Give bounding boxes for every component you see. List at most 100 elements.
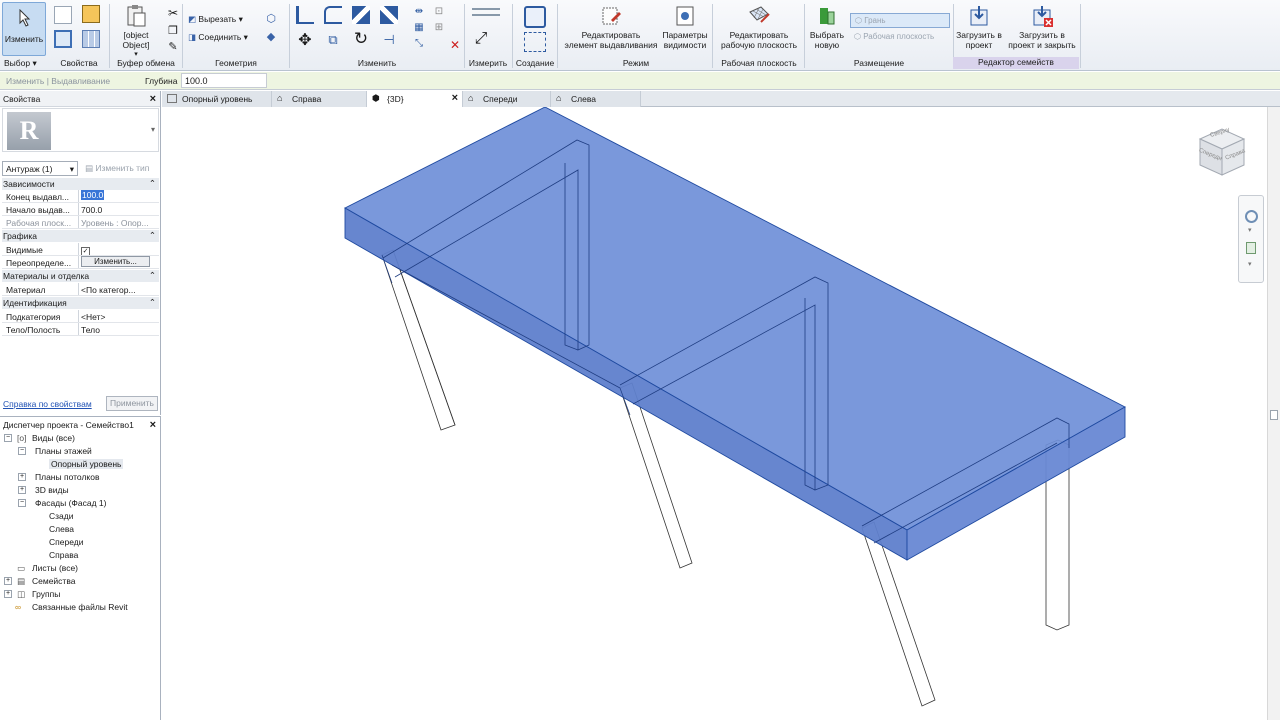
delete-icon[interactable]: ✕ xyxy=(446,38,464,56)
load-and-close-button[interactable]: Загрузить в проект и закрыть xyxy=(1006,4,1078,50)
section-identity[interactable]: Идентификация ⌃ xyxy=(2,297,159,309)
tree-ceiling-plans[interactable]: Планы потолков xyxy=(35,472,99,482)
match-properties-icon[interactable]: ✎ xyxy=(164,40,182,58)
prop-override[interactable]: Переопределе... Изменить... xyxy=(2,256,159,269)
mirror-draw-icon[interactable] xyxy=(380,6,398,24)
prop-subcategory[interactable]: Подкатегория <Нет> xyxy=(2,310,159,323)
tree-sheets[interactable]: Листы (все) xyxy=(32,563,78,573)
tree-groups[interactable]: Группы xyxy=(32,589,60,599)
scrollbar-thumb[interactable] xyxy=(1270,410,1278,420)
depth-input[interactable]: 100.0 xyxy=(181,73,267,88)
type-preview[interactable]: R ▾ xyxy=(2,108,159,152)
apply-button[interactable]: Применить xyxy=(106,396,158,411)
section-constraints[interactable]: Зависимости ⌃ xyxy=(2,178,159,190)
prop-work-plane: Рабочая плоск... Уровень : Опор... xyxy=(2,216,159,229)
paste-button[interactable]: [object Object] ▾ xyxy=(114,4,158,60)
section-materials[interactable]: Материалы и отделка ⌃ xyxy=(2,270,159,282)
scale-icon[interactable]: ⤡ xyxy=(410,38,428,56)
tree-back[interactable]: Сзади xyxy=(49,511,73,521)
tab-front[interactable]: ⌂ Спереди xyxy=(463,91,551,107)
prop-material[interactable]: Материал <По категор... xyxy=(2,283,159,296)
tab-right[interactable]: ⌂ Справа xyxy=(272,91,367,107)
create-similar-icon[interactable] xyxy=(524,6,546,28)
edit-workplane-button[interactable]: Редактировать рабочую плоскость xyxy=(716,4,802,50)
tree-revit-links[interactable]: Связанные файлы Revit xyxy=(32,602,128,612)
zoom-icon[interactable] xyxy=(1246,242,1256,254)
visibility-settings-button[interactable]: Параметры видимости xyxy=(660,4,710,50)
copy-element-icon[interactable]: ⧉ xyxy=(324,32,342,50)
tab-ref-level[interactable]: Опорный уровень xyxy=(162,91,272,107)
tab-3d[interactable]: ⬢ {3D} × xyxy=(367,91,463,107)
expand-icon[interactable]: + xyxy=(4,590,12,598)
prop-solid-void[interactable]: Тело/Полость Тело xyxy=(2,323,159,336)
type-selector[interactable]: Антураж (1) ▾ xyxy=(2,161,78,176)
edit-extrusion-button[interactable]: Редактировать элемент выдавливания xyxy=(562,4,660,50)
close-icon[interactable]: × xyxy=(150,93,156,105)
views-icon: [o] xyxy=(17,433,27,443)
prop-extrusion-end[interactable]: Конец выдавл... 100.0 xyxy=(2,190,159,203)
tree-left[interactable]: Слева xyxy=(49,524,74,534)
close-icon[interactable]: × xyxy=(150,419,156,431)
chevron-down-icon[interactable]: ▾ xyxy=(1248,226,1252,234)
trim-icon[interactable]: ⊣ xyxy=(380,32,398,50)
select-dropdown[interactable]: Выбор ▾ xyxy=(4,58,37,69)
family-types-icon[interactable] xyxy=(54,6,72,24)
close-icon[interactable]: × xyxy=(452,92,458,104)
tree-views[interactable]: Виды (все) xyxy=(32,433,75,443)
prop-visible[interactable]: Видимые ✓ xyxy=(2,243,159,256)
tree-3d-views[interactable]: 3D виды xyxy=(35,485,69,495)
workplane-option[interactable]: ⬡ Рабочая плоскость xyxy=(850,30,950,45)
tabletop-extrusion[interactable] xyxy=(344,107,1126,561)
prop-extrusion-start[interactable]: Начало выдав... 700.0 xyxy=(2,203,159,216)
tree-right[interactable]: Справа xyxy=(49,550,78,560)
vertical-scrollbar[interactable] xyxy=(1267,107,1280,720)
tab-left[interactable]: ⌂ Слева xyxy=(551,91,641,107)
create-group-icon[interactable] xyxy=(524,32,546,52)
face-option[interactable]: ⬡ Грань xyxy=(850,13,950,28)
visible-checkbox[interactable]: ✓ xyxy=(81,247,90,255)
expand-icon[interactable]: + xyxy=(18,486,26,494)
family-category-icon[interactable] xyxy=(82,5,100,23)
collapse-icon[interactable]: − xyxy=(4,434,12,442)
expand-icon[interactable]: + xyxy=(4,577,12,585)
properties-help-link[interactable]: Справка по свойствам xyxy=(3,399,92,409)
paint-icon[interactable]: ◆ xyxy=(262,30,280,48)
section-graphics[interactable]: Графика ⌃ xyxy=(2,230,159,242)
align-icon[interactable] xyxy=(296,6,314,24)
tree-front[interactable]: Спереди xyxy=(49,537,83,547)
tree-families[interactable]: Семейства xyxy=(32,576,75,586)
collapse-icon[interactable]: − xyxy=(18,499,26,507)
viewcube[interactable]: Сверху Спереди Справа xyxy=(1192,125,1252,185)
cut-icon[interactable]: ✂ xyxy=(164,6,182,24)
pick-new-button[interactable]: Выбрать новую xyxy=(806,4,848,50)
collapse-icon[interactable]: − xyxy=(18,447,26,455)
dimension-icon[interactable]: ⤢ xyxy=(472,30,490,48)
model-canvas[interactable] xyxy=(162,107,1267,720)
extrusion-end-value[interactable]: 100.0 xyxy=(81,190,105,200)
load-into-project-button[interactable]: Загрузить в проект xyxy=(954,4,1004,50)
join-geometry-button[interactable]: ◨ Соединить ▾ xyxy=(188,32,248,43)
measure-icon[interactable] xyxy=(472,8,500,16)
tree-floor-plans[interactable]: Планы этажей xyxy=(35,446,92,456)
cut-geometry-button[interactable]: ◩ Вырезать ▾ xyxy=(188,14,243,25)
type-properties-icon[interactable] xyxy=(54,30,72,48)
steering-wheel-icon[interactable] xyxy=(1245,210,1258,223)
split-face-icon[interactable]: ⬡ xyxy=(262,12,280,30)
edit-type-icon: ▤ xyxy=(85,163,94,173)
tree-elevations[interactable]: Фасады (Фасад 1) xyxy=(35,498,106,508)
expand-icon[interactable]: + xyxy=(18,473,26,481)
context-label: Изменить | Выдавливание xyxy=(6,76,111,86)
move-icon[interactable]: ✥ xyxy=(296,32,314,50)
modify-button[interactable]: Изменить xyxy=(2,2,46,56)
modify-group-label: Изменить xyxy=(357,58,397,68)
family-types-grid-icon[interactable] xyxy=(82,30,100,48)
3d-viewport[interactable]: Сверху Спереди Справа ▾ ▾ xyxy=(162,107,1267,720)
offset-icon[interactable] xyxy=(324,6,342,24)
clipboard-group-label: Буфер обмена xyxy=(117,58,175,68)
rotate-icon[interactable]: ↻ xyxy=(352,30,370,48)
override-edit-button[interactable]: Изменить... xyxy=(81,256,150,267)
chevron-down-icon[interactable]: ▾ xyxy=(1248,260,1252,268)
tree-ref-level[interactable]: Опорный уровень xyxy=(49,459,124,469)
mirror-axis-icon[interactable] xyxy=(352,6,370,24)
edit-type-button[interactable]: ▤ Изменить тип xyxy=(82,161,158,176)
